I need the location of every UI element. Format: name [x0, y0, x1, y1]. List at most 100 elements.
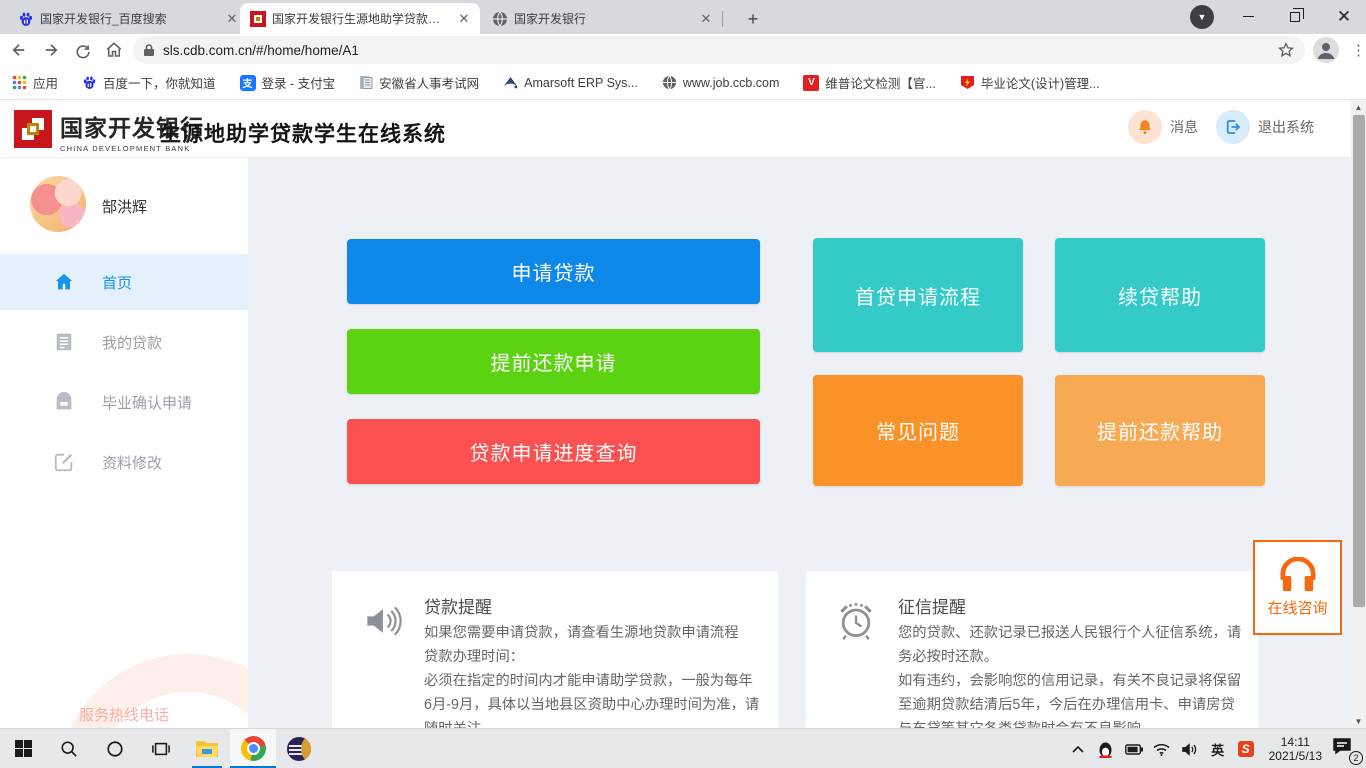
- messages-button[interactable]: 消息: [1128, 110, 1198, 144]
- sidebar-item-home[interactable]: 首页: [0, 254, 248, 310]
- bookmark-star-icon[interactable]: [1277, 41, 1295, 59]
- system-title: 生源地助学贷款学生在线系统: [160, 118, 446, 148]
- logout-label: 退出系统: [1258, 117, 1314, 137]
- faq-button[interactable]: 常见问题: [813, 375, 1023, 486]
- online-consult-button[interactable]: 在线咨询: [1253, 540, 1342, 635]
- username: 郜洪辉: [102, 196, 147, 217]
- logout-icon: [1216, 110, 1250, 144]
- first-loan-process-button[interactable]: 首贷申请流程: [813, 238, 1023, 352]
- document-icon: [359, 75, 373, 90]
- window-minimize-button[interactable]: [1226, 0, 1270, 33]
- globe-favicon-icon: [492, 11, 508, 27]
- loan-notice-panel: 贷款提醒 如果您需要申请贷款，请查看生源地贷款申请流程 贷款办理时间： 必须在指…: [332, 571, 778, 728]
- task-view-button[interactable]: [138, 729, 184, 768]
- profile-avatar-icon[interactable]: [1313, 37, 1339, 63]
- new-tab-button[interactable]: +: [740, 7, 766, 33]
- reload-button[interactable]: [70, 36, 96, 64]
- sogou-icon[interactable]: S: [1237, 741, 1255, 757]
- cortana-button[interactable]: [92, 729, 138, 768]
- tab-cdb-student-loan[interactable]: 国家开发银行生源地助学贷款学生 ✕: [240, 3, 480, 34]
- sidebar-item-graduation-confirm[interactable]: 毕业确认申请: [0, 374, 248, 430]
- sidebar-item-edit-profile[interactable]: 资料修改: [0, 434, 248, 490]
- action-center-button[interactable]: 2: [1332, 736, 1358, 762]
- browser-update-icon[interactable]: ▼: [1190, 5, 1214, 29]
- apps-grid-icon: [12, 75, 27, 90]
- thesis-icon: [960, 75, 975, 90]
- browser-menu-icon[interactable]: ⋮: [1351, 41, 1366, 59]
- sidebar: 郜洪辉 首页 我的贷款 毕业确认申请 资料修改 服务热线电话: [0, 158, 248, 728]
- notice-line: 如果您需要申请贷款，请查看生源地贷款申请流程: [424, 621, 760, 645]
- tray-expand-icon[interactable]: [1069, 745, 1087, 753]
- start-button[interactable]: [0, 729, 46, 768]
- file-explorer-button[interactable]: [184, 729, 230, 768]
- tab-close-icon[interactable]: ✕: [224, 11, 240, 27]
- page-scrollbar[interactable]: ▲ ▼: [1351, 100, 1366, 728]
- url-text[interactable]: sls.cdb.com.cn/#/home/home/A1: [163, 43, 1277, 58]
- windows-taskbar: 英 S 14:11 2021/5/13 2: [0, 728, 1366, 768]
- sidebar-item-label: 首页: [102, 272, 132, 293]
- notice-line: 您的贷款、还款记录已报送人民银行个人征信系统，请务必按时还款。: [898, 621, 1245, 669]
- sidebar-item-my-loans[interactable]: 我的贷款: [0, 314, 248, 370]
- taskbar-search-button[interactable]: [46, 729, 92, 768]
- bookmark-jobccb[interactable]: www.job.ccb.com: [662, 75, 780, 90]
- header-actions: 消息 退出系统: [1128, 110, 1314, 144]
- tab-close-icon[interactable]: ✕: [456, 11, 472, 27]
- bookmark-anhui-exam[interactable]: 安徽省人事考试网: [359, 73, 479, 92]
- desktop: 国家开发银行_百度搜索 ✕ 国家开发银行生源地助学贷款学生 ✕ 国家开发银行 ✕…: [0, 0, 1366, 768]
- forward-button[interactable]: [38, 36, 64, 64]
- service-hotline-label: 服务热线电话: [0, 704, 248, 725]
- wifi-icon[interactable]: [1153, 743, 1171, 756]
- tab-title: 国家开发银行_百度搜索: [40, 10, 218, 27]
- logout-button[interactable]: 退出系统: [1216, 110, 1314, 144]
- restore-icon: [1290, 12, 1300, 22]
- notice-line: 贷款办理时间：: [424, 645, 760, 669]
- qq-icon[interactable]: [1097, 741, 1115, 758]
- tab-close-icon[interactable]: ✕: [698, 11, 714, 27]
- user-avatar[interactable]: [30, 176, 86, 232]
- early-repayment-apply-button[interactable]: 提前还款申请: [347, 329, 760, 394]
- online-consult-label: 在线咨询: [1267, 597, 1327, 618]
- early-repayment-help-button[interactable]: 提前还款帮助: [1055, 375, 1265, 486]
- clock-date: 2021/5/13: [1269, 749, 1322, 763]
- bookmark-thesis-mgmt[interactable]: 毕业论文(设计)管理...: [960, 73, 1100, 92]
- apply-loan-button[interactable]: 申请贷款: [347, 239, 760, 304]
- cdb-favicon-icon: [250, 11, 266, 27]
- home-button[interactable]: [101, 36, 127, 64]
- chrome-taskbar-button[interactable]: [230, 729, 276, 768]
- browser-toolbar: sls.cdb.com.cn/#/home/home/A1 ⋮: [0, 34, 1366, 66]
- scrollbar-thumb[interactable]: [1353, 115, 1365, 607]
- amarsoft-icon: [503, 75, 518, 90]
- address-bar[interactable]: sls.cdb.com.cn/#/home/home/A1: [133, 36, 1305, 64]
- taskbar-clock[interactable]: 14:11 2021/5/13: [1269, 735, 1322, 763]
- bookmark-weipu[interactable]: V 维普论文检测【官...: [803, 73, 935, 92]
- ime-indicator[interactable]: 英: [1209, 740, 1227, 759]
- browser-tabbar: 国家开发银行_百度搜索 ✕ 国家开发银行生源地助学贷款学生 ✕ 国家开发银行 ✕…: [0, 0, 1366, 34]
- main-content: 申请贷款 提前还款申请 贷款申请进度查询 首贷申请流程 续贷帮助 常见问题 提前…: [248, 158, 1351, 728]
- bell-icon: [1128, 110, 1162, 144]
- home-icon: [52, 270, 76, 294]
- battery-icon[interactable]: [1125, 744, 1143, 755]
- notice-line: 必须在指定的时间内才能申请助学贷款，一般为每年6月-9月，具体以当地县区资助中心…: [424, 669, 760, 728]
- loan-progress-query-button[interactable]: 贷款申请进度查询: [347, 419, 760, 484]
- eclipse-button[interactable]: [276, 729, 322, 768]
- bookmark-apps[interactable]: 应用: [12, 73, 58, 92]
- sidebar-item-label: 我的贷款: [102, 332, 162, 353]
- edit-icon: [52, 450, 76, 474]
- scroll-up-icon[interactable]: ▲: [1351, 100, 1366, 114]
- sidebar-item-label: 毕业确认申请: [102, 392, 192, 413]
- window-restore-button[interactable]: [1273, 0, 1317, 33]
- renew-loan-help-button[interactable]: 续贷帮助: [1055, 238, 1265, 352]
- globe-icon: [662, 75, 677, 90]
- toolbar-right-group: ⋮: [1313, 37, 1366, 63]
- tab-cdb[interactable]: 国家开发银行 ✕: [482, 3, 722, 34]
- loan-list-icon: [52, 330, 76, 354]
- back-button[interactable]: [6, 36, 32, 64]
- bookmark-alipay[interactable]: 支 登录 - 支付宝: [240, 73, 336, 92]
- window-close-button[interactable]: ✕: [1322, 0, 1366, 33]
- volume-icon[interactable]: [1181, 743, 1199, 756]
- bookmark-baidu[interactable]: 百度一下，你就知道: [82, 73, 216, 92]
- bookmark-amarsoft[interactable]: Amarsoft ERP Sys...: [503, 75, 638, 90]
- scroll-down-icon[interactable]: ▼: [1351, 714, 1366, 728]
- tab-separator: [722, 11, 723, 27]
- tab-baidu-search[interactable]: 国家开发银行_百度搜索 ✕: [8, 3, 248, 34]
